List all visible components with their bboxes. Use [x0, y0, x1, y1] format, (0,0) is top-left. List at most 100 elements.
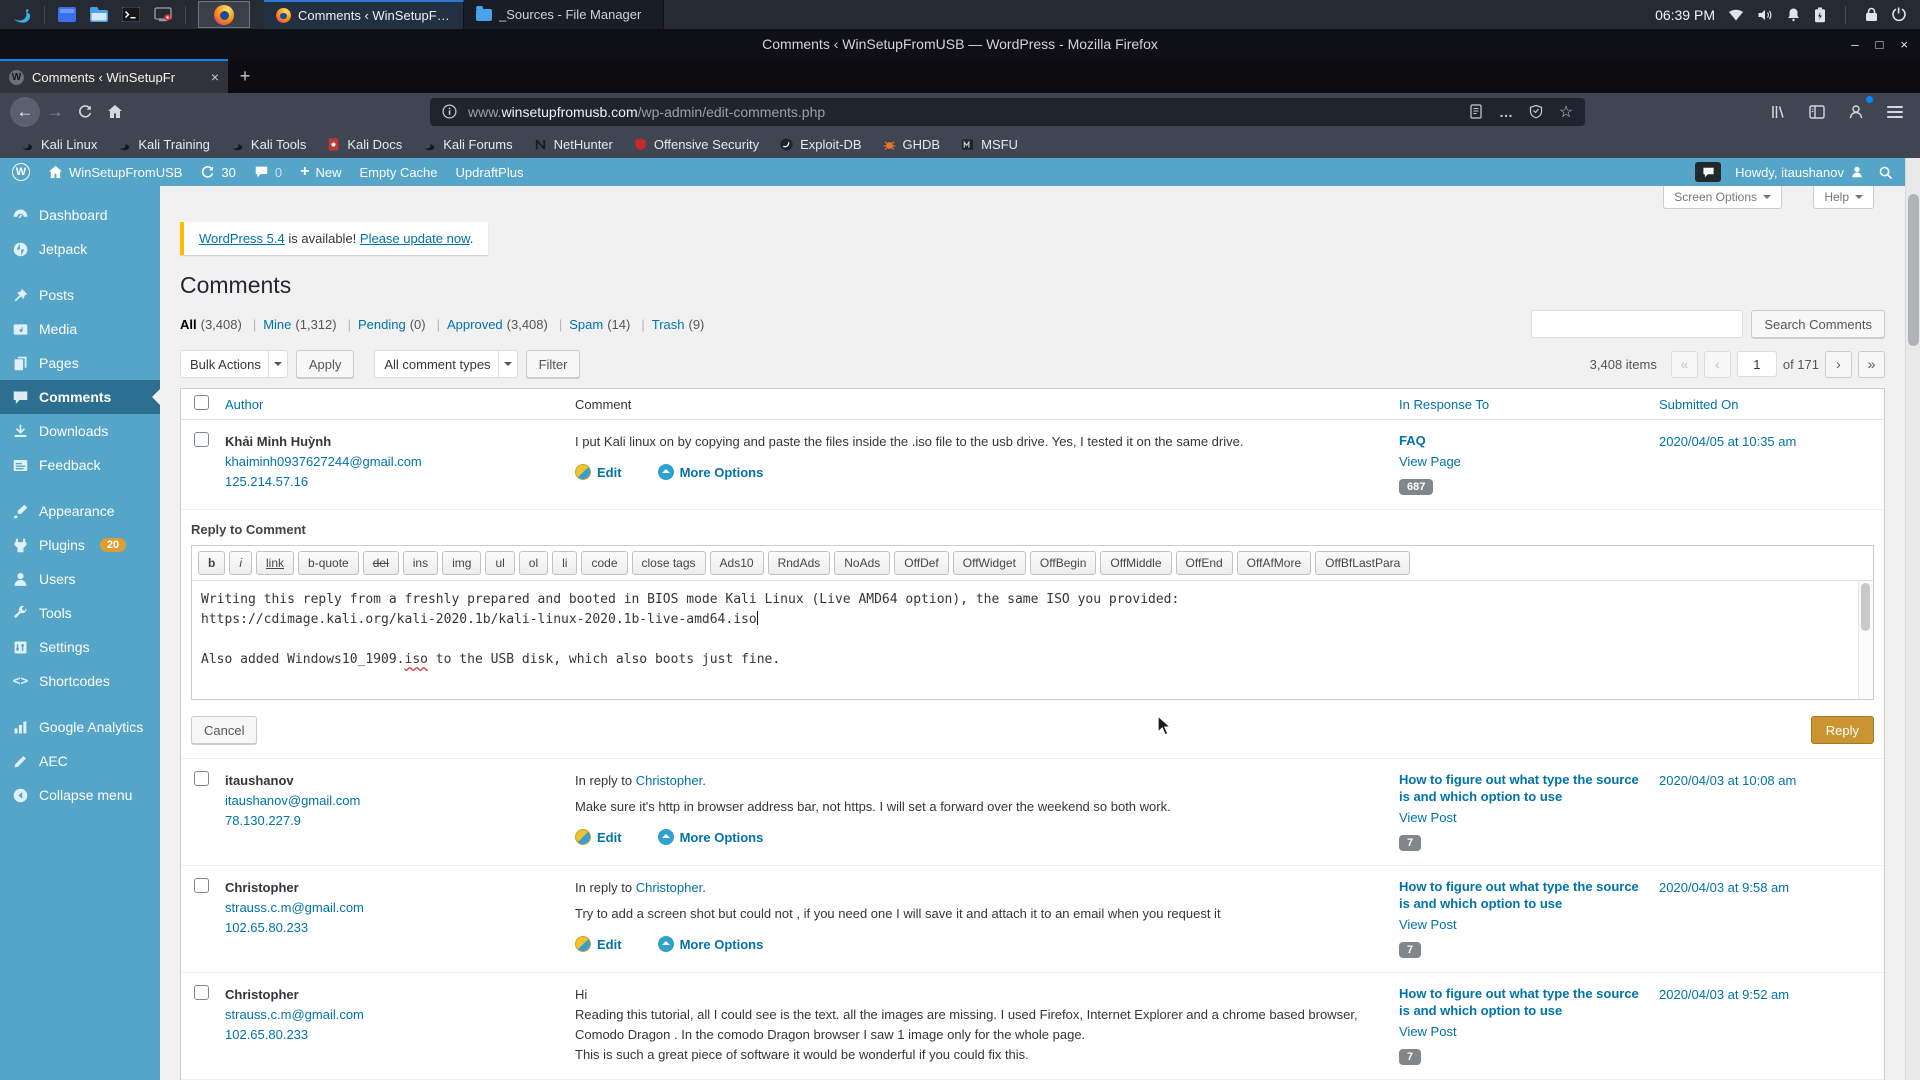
sidebar-item-shortcodes[interactable]: <> Shortcodes: [0, 664, 160, 698]
comment-author-ip[interactable]: 102.65.80.233: [225, 920, 308, 935]
comment-count-badge[interactable]: 687: [1399, 479, 1434, 495]
bookmark-kali-tools[interactable]: Kali Tools: [222, 134, 314, 155]
volume-icon[interactable]: [1757, 8, 1773, 22]
qt-offafmore-button[interactable]: OffAfMore: [1236, 551, 1312, 575]
sidebar-toggle-icon[interactable]: [1802, 98, 1832, 126]
qt-li-button[interactable]: li: [552, 551, 578, 575]
minimize-button[interactable]: –: [1851, 37, 1858, 52]
qt-rndads-button[interactable]: RndAds: [767, 551, 831, 575]
qt-code-button[interactable]: code: [581, 551, 628, 575]
qt-bquote-button[interactable]: b-quote: [298, 551, 359, 575]
qt-ul-button[interactable]: ul: [485, 551, 515, 575]
screen-record-icon[interactable]: [150, 2, 176, 28]
comment-author-email[interactable]: itaushanov@gmail.com: [225, 793, 360, 808]
sidebar-item-users[interactable]: Users: [0, 562, 160, 596]
qt-italic-button[interactable]: i: [229, 551, 253, 575]
qt-link-button[interactable]: link: [256, 551, 295, 575]
admin-bar-updates[interactable]: 30: [200, 165, 236, 180]
sidebar-item-downloads[interactable]: Downloads: [0, 414, 160, 448]
wordpress-version-link[interactable]: WordPress 5.4: [199, 231, 285, 246]
bookmark-nethunter[interactable]: NetHunter: [525, 134, 621, 155]
screen-options-button[interactable]: Screen Options: [1663, 186, 1782, 209]
comment-author-email[interactable]: strauss.c.m@gmail.com: [225, 900, 364, 915]
response-post-title[interactable]: FAQ: [1399, 432, 1649, 449]
comment-author-email[interactable]: khaiminh0937627244@gmail.com: [225, 454, 422, 469]
sidebar-item-tools[interactable]: Tools: [0, 596, 160, 630]
sidebar-item-google-analytics[interactable]: Google Analytics: [0, 710, 160, 744]
comment-author-email[interactable]: strauss.c.m@gmail.com: [225, 1007, 364, 1022]
comment-author-ip[interactable]: 125.214.57.16: [225, 474, 308, 489]
bookmark-kali-forums[interactable]: Kali Forums: [414, 134, 520, 155]
bookmark-ghdb[interactable]: GHDB: [874, 134, 949, 155]
new-tab-button[interactable]: +: [228, 59, 262, 93]
comment-count-badge[interactable]: 7: [1399, 1049, 1422, 1065]
wifi-icon[interactable]: [1728, 8, 1744, 21]
edit-button[interactable]: Edit: [575, 829, 622, 845]
admin-bar-updraftplus[interactable]: UpdraftPlus: [456, 165, 524, 180]
help-button[interactable]: Help: [1813, 186, 1874, 209]
select-all-checkbox[interactable]: [194, 395, 209, 410]
submitted-date-link[interactable]: 2020/04/03 at 10:08 am: [1659, 773, 1796, 788]
textarea-scrollbar[interactable]: [1858, 581, 1873, 699]
lock-screen-icon[interactable]: [1865, 7, 1878, 22]
row-checkbox[interactable]: [194, 985, 209, 1000]
qt-ins-button[interactable]: ins: [402, 551, 439, 575]
row-checkbox[interactable]: [194, 878, 209, 893]
row-checkbox[interactable]: [194, 432, 209, 447]
bookmark-kali-docs[interactable]: Kali Docs: [318, 134, 410, 155]
filter-all[interactable]: All: [180, 317, 197, 332]
search-comments-button[interactable]: Search Comments: [1751, 310, 1885, 338]
admin-bar-search-icon[interactable]: [1878, 165, 1893, 180]
qt-bold-button[interactable]: b: [198, 551, 226, 575]
update-now-link[interactable]: Please update now: [360, 231, 470, 246]
terminal-icon[interactable]: [118, 2, 144, 28]
view-post-link[interactable]: View Post: [1399, 810, 1457, 825]
back-button[interactable]: ←: [10, 96, 40, 127]
response-post-title[interactable]: How to figure out what type the source i…: [1399, 985, 1649, 1019]
screen-chat-icon[interactable]: [1695, 162, 1722, 182]
view-post-link[interactable]: View Post: [1399, 1024, 1457, 1039]
bookmark-star-icon[interactable]: ☆: [1555, 101, 1577, 123]
more-options-button[interactable]: More Options: [657, 464, 763, 480]
view-page-link[interactable]: View Page: [1399, 454, 1461, 469]
qt-offbflastpara-button[interactable]: OffBfLastPara: [1315, 551, 1411, 575]
qt-noads-button[interactable]: NoAds: [834, 551, 891, 575]
column-author[interactable]: Author: [225, 397, 263, 412]
more-options-button[interactable]: More Options: [657, 936, 763, 952]
kali-menu-icon[interactable]: [9, 2, 35, 28]
qt-del-button[interactable]: del: [362, 551, 399, 575]
page-actions-icon[interactable]: …: [1495, 101, 1517, 123]
notifications-bell-icon[interactable]: [1786, 7, 1801, 22]
row-checkbox[interactable]: [194, 771, 209, 786]
account-icon[interactable]: [1841, 95, 1873, 126]
submitted-date-link[interactable]: 2020/04/03 at 9:52 am: [1659, 987, 1789, 1002]
sidebar-item-dashboard[interactable]: Dashboard: [0, 198, 160, 232]
sidebar-item-media[interactable]: Media: [0, 312, 160, 346]
menu-hamburger-icon[interactable]: [1880, 98, 1910, 126]
admin-bar-comments[interactable]: 0: [254, 165, 282, 180]
bookmark-offensive-security[interactable]: Offensive Security: [625, 134, 767, 155]
library-icon[interactable]: [1763, 98, 1793, 126]
admin-bar-site-name[interactable]: WinSetupFromUSB: [48, 165, 182, 180]
sidebar-item-collapse-menu[interactable]: Collapse menu: [0, 778, 160, 812]
reply-textarea[interactable]: Writing this reply from a freshly prepar…: [192, 581, 1873, 699]
admin-bar-account[interactable]: Howdy, itaushanov: [1735, 165, 1864, 180]
bookmark-exploit-db[interactable]: Exploit-DB: [771, 134, 869, 155]
sidebar-item-feedback[interactable]: Feedback: [0, 448, 160, 482]
file-manager-icon[interactable]: [86, 2, 112, 28]
clock[interactable]: 06:39 PM: [1655, 7, 1715, 23]
submitted-date-link[interactable]: 2020/04/03 at 9:58 am: [1659, 880, 1789, 895]
qt-offwidget-button[interactable]: OffWidget: [952, 551, 1026, 575]
firefox-launcher[interactable]: [198, 1, 250, 28]
sidebar-item-settings[interactable]: Settings: [0, 630, 160, 664]
admin-bar-new[interactable]: + New: [300, 163, 341, 181]
qt-ol-button[interactable]: ol: [518, 551, 549, 575]
reader-mode-icon[interactable]: [1465, 101, 1487, 123]
bookmark-msfu[interactable]: MSFU: [952, 134, 1026, 155]
taskbar-item-firefox[interactable]: Comments ‹ WinSetupF…: [264, 0, 464, 29]
qt-offdef-button[interactable]: OffDef: [894, 551, 949, 575]
qt-close-tags-button[interactable]: close tags: [631, 551, 706, 575]
edit-button[interactable]: Edit: [575, 936, 622, 952]
next-page-button[interactable]: ›: [1825, 350, 1852, 378]
wp-logo[interactable]: W: [12, 163, 30, 181]
